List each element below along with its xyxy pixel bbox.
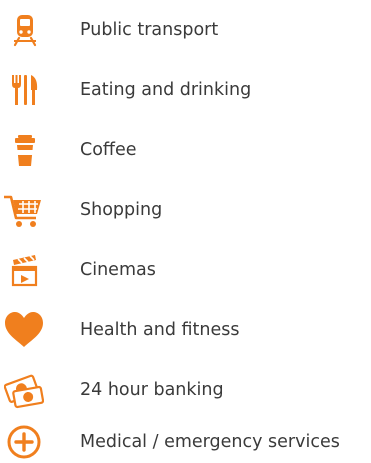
legend-item-label: Shopping: [80, 200, 163, 220]
money-icon: [4, 370, 44, 410]
legend-item-label: Coffee: [80, 140, 137, 160]
medical-plus-icon: [4, 422, 44, 462]
cutlery-icon: [4, 70, 44, 110]
heart-icon: [4, 310, 44, 350]
shopping-cart-icon: [4, 190, 44, 230]
legend-item-shopping: Shopping: [0, 190, 371, 230]
coffee-cup-icon: [4, 130, 44, 170]
clapperboard-icon: [4, 250, 44, 290]
legend-item-public-transport: Public transport: [0, 10, 371, 50]
legend-item-health-and-fitness: Health and fitness: [0, 310, 371, 350]
legend-item-coffee: Coffee: [0, 130, 371, 170]
legend-item-medical-emergency-services: Medical / emergency services: [0, 422, 371, 462]
legend-item-label: 24 hour banking: [80, 380, 224, 400]
legend-item-label: Cinemas: [80, 260, 156, 280]
amenities-legend: Public transport Eating and drinking Cof…: [0, 0, 371, 463]
legend-item-label: Public transport: [80, 20, 219, 40]
legend-item-label: Medical / emergency services: [80, 432, 340, 452]
legend-item-cinemas: Cinemas: [0, 250, 371, 290]
legend-item-label: Health and fitness: [80, 320, 240, 340]
legend-item-24-hour-banking: 24 hour banking: [0, 370, 371, 410]
train-icon: [4, 10, 44, 50]
legend-item-label: Eating and drinking: [80, 80, 252, 100]
legend-item-eating-and-drinking: Eating and drinking: [0, 70, 371, 110]
